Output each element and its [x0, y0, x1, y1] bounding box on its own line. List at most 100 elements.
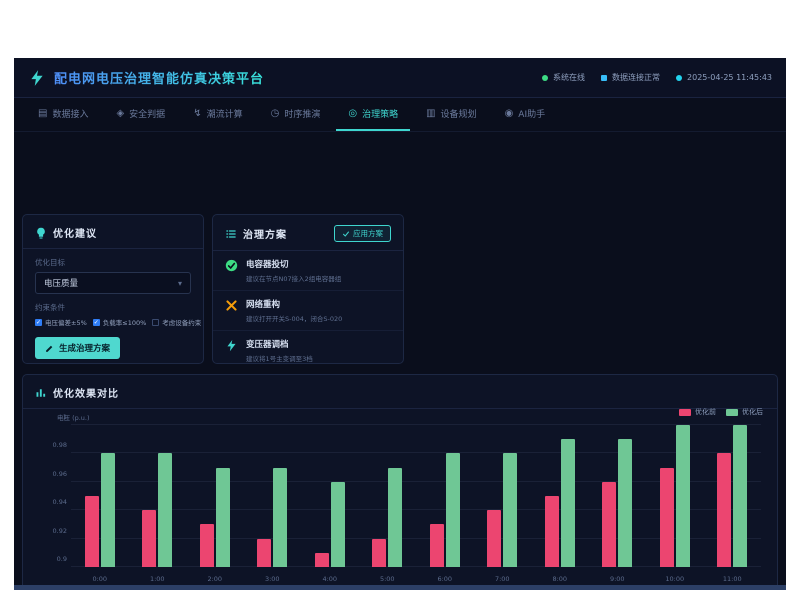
- bar-优化前[interactable]: [315, 553, 329, 567]
- status-label: 数据连接正常: [612, 72, 660, 83]
- status-bar: 系统在线 数据连接正常 2025-04-25 11:45:43: [542, 72, 772, 83]
- plan-item-text: 变压器调档建议将1号主变调至3档: [246, 338, 313, 363]
- bar-优化后[interactable]: [561, 439, 575, 567]
- plan-card-title: 治理方案: [243, 226, 287, 241]
- x-axis-tick: 8:00: [531, 575, 589, 583]
- y-axis-tick: 1: [63, 413, 71, 421]
- bar-优化后[interactable]: [446, 453, 460, 567]
- plan-item-list: 电容器投切建议在节点N07接入2组电容器组网络重构建议打开开关S-004，闭合S…: [213, 251, 403, 370]
- plan-item[interactable]: 变压器调档建议将1号主变调至3档: [213, 331, 403, 370]
- bar-优化前[interactable]: [257, 539, 271, 567]
- generate-plan-button[interactable]: 生成治理方案: [35, 337, 120, 359]
- bar-优化后[interactable]: [101, 453, 115, 567]
- bar-优化后[interactable]: [676, 425, 690, 567]
- legend-item[interactable]: 优化后: [726, 407, 763, 417]
- bar-优化后[interactable]: [733, 425, 747, 567]
- optimize-target-value: 电压质量: [44, 277, 78, 289]
- bar-优化前[interactable]: [660, 468, 674, 567]
- constraint-checkbox[interactable]: 考虑设备约束: [152, 317, 201, 327]
- x-axis-tick: 1:00: [129, 575, 187, 583]
- window-footer-strip: [14, 585, 786, 590]
- tab-label: 数据接入: [52, 107, 88, 120]
- governance-plan-card: 治理方案 应用方案 电容器投切建议在节点N07接入2组电容器组网络重构建议打开开…: [212, 214, 404, 364]
- plan-item-text: 电容器投切建议在节点N07接入2组电容器组: [246, 258, 341, 283]
- x-axis-tick: 2:00: [186, 575, 244, 583]
- tab-time-series[interactable]: ◷时序推演: [259, 98, 333, 131]
- tab-label: 治理策略: [362, 107, 398, 120]
- optimize-target-select[interactable]: 电压质量 ▾: [35, 272, 191, 294]
- y-axis-tick: 0.96: [53, 470, 71, 478]
- tab-ai-assistant[interactable]: ◉AI助手: [493, 98, 558, 131]
- power-flow-icon: ↯: [193, 108, 201, 119]
- x-axis-tick: 0:00: [71, 575, 129, 583]
- checkbox-checked-icon: ✓: [93, 319, 100, 326]
- bar-group: [646, 425, 704, 567]
- safety-check-icon: ◈: [116, 108, 124, 119]
- legend-item[interactable]: 优化前: [679, 407, 716, 417]
- checkbox-icon: [152, 319, 159, 326]
- plan-item-title: 变压器调档: [246, 338, 313, 350]
- bar-优化后[interactable]: [618, 439, 632, 567]
- tab-governance[interactable]: ◎ 治理策略: [336, 98, 410, 131]
- x-axis-tick: 3:00: [244, 575, 302, 583]
- tab-label: 潮流计算: [207, 107, 243, 120]
- constraint-label: 约束条件: [35, 302, 191, 313]
- status-item: 2025-04-25 11:45:43: [676, 73, 772, 82]
- data-access-icon: ▤: [38, 108, 47, 119]
- apply-plan-label: 应用方案: [353, 228, 383, 239]
- x-axis-tick: 6:00: [416, 575, 474, 583]
- governance-icon: ◎: [348, 108, 357, 119]
- bar-优化前[interactable]: [717, 453, 731, 567]
- bar-优化前[interactable]: [372, 539, 386, 567]
- tab-safety-check[interactable]: ◈ 安全判据: [104, 98, 177, 131]
- constraint-checkbox-label: 电压偏差±5%: [45, 317, 87, 327]
- generate-plan-label: 生成治理方案: [59, 342, 110, 354]
- bar-group: [129, 425, 187, 567]
- bar-优化后[interactable]: [273, 468, 287, 567]
- bolt-icon: [225, 339, 238, 352]
- bar-group: [474, 425, 532, 567]
- bar-优化前[interactable]: [602, 482, 616, 567]
- bar-优化后[interactable]: [216, 468, 230, 567]
- bar-优化前[interactable]: [142, 510, 156, 567]
- y-axis-tick: 0.9: [57, 555, 71, 563]
- plan-item-title: 电容器投切: [246, 258, 341, 270]
- x-axis-tick: 10:00: [646, 575, 704, 583]
- suggestion-card-title: 优化建议: [53, 225, 97, 240]
- app-window: 配电网电压治理智能仿真决策平台 系统在线数据连接正常2025-04-25 11:…: [14, 58, 786, 590]
- bar-优化前[interactable]: [545, 496, 559, 567]
- tab-label: 安全判据: [129, 107, 165, 120]
- legend-swatch-icon: [679, 409, 691, 416]
- bar-优化后[interactable]: [158, 453, 172, 567]
- tab-device-plan[interactable]: ▥设备规划: [414, 98, 488, 131]
- apply-plan-button[interactable]: 应用方案: [334, 225, 391, 242]
- constraint-checkbox[interactable]: ✓电压偏差±5%: [35, 317, 87, 327]
- check-icon: [342, 230, 350, 238]
- bar-优化前[interactable]: [200, 524, 214, 567]
- tab-label: AI助手: [518, 107, 545, 120]
- tab-data-access[interactable]: ▤ 数据接入: [26, 98, 100, 131]
- chart-card-header: 优化效果对比: [23, 375, 777, 409]
- plan-item[interactable]: 网络重构建议打开开关S-004，闭合S-020: [213, 291, 403, 331]
- x-axis-tick: 7:00: [474, 575, 532, 583]
- check-circle-icon: [225, 259, 238, 272]
- pencil-icon: [45, 344, 54, 353]
- y-axis-tick: 0.92: [53, 527, 71, 535]
- tab-label: 设备规划: [441, 107, 477, 120]
- bulb-icon: [35, 227, 47, 239]
- bar-优化后[interactable]: [503, 453, 517, 567]
- constraint-checkbox[interactable]: ✓负载率≤100%: [93, 317, 147, 327]
- bar-优化前[interactable]: [487, 510, 501, 567]
- plan-item[interactable]: 电容器投切建议在节点N07接入2组电容器组: [213, 251, 403, 291]
- status-item: 数据连接正常: [601, 72, 660, 83]
- tab-power-flow[interactable]: ↯ 潮流计算: [181, 98, 254, 131]
- tab-label: 时序推演: [284, 107, 320, 120]
- y-axis-tick: 0.98: [53, 441, 71, 449]
- bar-优化后[interactable]: [331, 482, 345, 567]
- bar-优化前[interactable]: [85, 496, 99, 567]
- bar-优化后[interactable]: [388, 468, 402, 567]
- bolt-logo-icon: [28, 69, 46, 87]
- chart-card-title: 优化效果对比: [53, 385, 119, 400]
- bar-优化前[interactable]: [430, 524, 444, 567]
- status-label: 系统在线: [553, 72, 585, 83]
